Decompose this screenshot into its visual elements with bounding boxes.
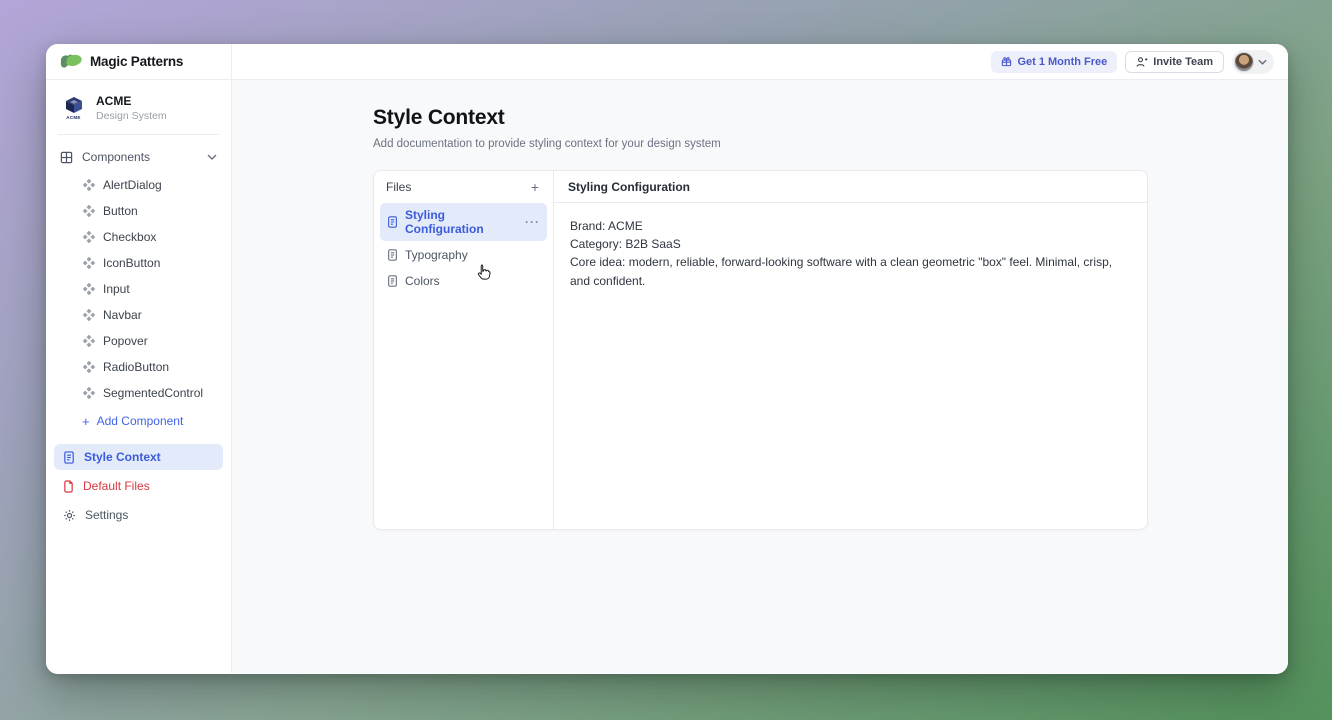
component-label: Input <box>103 282 130 296</box>
document-icon <box>387 249 398 261</box>
sidebar-item-segmentedcontrol[interactable]: SegmentedControl <box>46 380 231 406</box>
workspace-subtitle: Design System <box>96 110 167 122</box>
invite-team-label: Invite Team <box>1153 56 1213 68</box>
sidebar-item-default-files[interactable]: Default Files <box>54 473 223 499</box>
component-icon <box>83 231 95 243</box>
page-title: Style Context <box>373 106 1288 130</box>
plus-icon: + <box>82 415 90 428</box>
chevron-down-icon <box>207 154 217 160</box>
files-panel-header: Files + <box>374 171 553 202</box>
component-label: AlertDialog <box>103 178 162 192</box>
chevron-down-icon <box>1258 59 1267 65</box>
nav-label: Settings <box>85 508 128 522</box>
component-label: RadioButton <box>103 360 169 374</box>
component-icon <box>83 205 95 217</box>
component-label: Popover <box>103 334 148 348</box>
magic-patterns-logo-icon <box>59 53 83 71</box>
brand-logo[interactable]: Magic Patterns <box>46 44 232 79</box>
workspace-name: ACME <box>96 94 167 108</box>
component-icon <box>83 361 95 373</box>
component-icon <box>83 387 95 399</box>
sidebar-item-alertdialog[interactable]: AlertDialog <box>46 172 231 198</box>
sidebar-item-settings[interactable]: Settings <box>54 502 223 528</box>
component-label: Button <box>103 204 138 218</box>
sidebar: ACME ACME Design System Components <box>46 80 232 673</box>
add-component-button[interactable]: + Add Component <box>46 406 231 436</box>
file-item-styling-configuration[interactable]: Styling Configuration ··· <box>380 203 547 241</box>
document-icon <box>387 275 398 287</box>
page-subtitle: Add documentation to provide styling con… <box>373 138 1288 150</box>
sidebar-item-navbar[interactable]: Navbar <box>46 302 231 328</box>
document-icon <box>63 451 75 464</box>
sidebar-item-button[interactable]: Button <box>46 198 231 224</box>
file-item-label: Styling Configuration <box>405 208 518 236</box>
component-label: IconButton <box>103 256 160 270</box>
sidebar-item-popover[interactable]: Popover <box>46 328 231 354</box>
file-item-colors[interactable]: Colors <box>380 269 547 293</box>
content-line: Category: B2B SaaS <box>570 235 1131 253</box>
file-item-typography[interactable]: Typography <box>380 243 547 267</box>
sidebar-item-input[interactable]: Input <box>46 276 231 302</box>
gear-icon <box>63 509 76 522</box>
file-icon <box>63 480 74 493</box>
invite-team-button[interactable]: Invite Team <box>1125 51 1224 73</box>
component-icon <box>83 309 95 321</box>
file-content-body[interactable]: Brand: ACME Category: B2B SaaS Core idea… <box>554 203 1147 304</box>
nav-label: Style Context <box>84 450 161 464</box>
add-file-button[interactable]: + <box>529 180 541 194</box>
style-context-card: Files + Styling Configuration ··· <box>373 170 1148 530</box>
components-section-toggle[interactable]: Components <box>46 139 231 172</box>
acme-logo-label: ACME <box>66 115 80 120</box>
main-content: Style Context Add documentation to provi… <box>232 80 1288 673</box>
gift-icon <box>1001 56 1012 67</box>
sidebar-item-checkbox[interactable]: Checkbox <box>46 224 231 250</box>
document-icon <box>387 216 398 228</box>
nav-label: Default Files <box>83 479 150 493</box>
component-icon <box>83 283 95 295</box>
file-item-label: Colors <box>405 274 440 288</box>
components-header-label: Components <box>82 150 150 164</box>
top-bar-actions: Get 1 Month Free Invite Team <box>232 44 1288 79</box>
user-avatar <box>1234 52 1254 72</box>
files-panel: Files + Styling Configuration ··· <box>374 171 554 529</box>
account-menu[interactable] <box>1232 50 1274 74</box>
content-line: Brand: ACME <box>570 217 1131 235</box>
file-options-button[interactable]: ··· <box>525 215 540 229</box>
sidebar-nav: Style Context Default Files Set <box>46 444 231 528</box>
component-label: Checkbox <box>103 230 156 244</box>
sidebar-item-radiobutton[interactable]: RadioButton <box>46 354 231 380</box>
workspace-switcher[interactable]: ACME ACME Design System <box>46 86 231 132</box>
file-content-header: Styling Configuration <box>554 171 1147 203</box>
app-window: Magic Patterns Get 1 Month Free <box>46 44 1288 674</box>
component-label: Navbar <box>103 308 142 322</box>
files-header-label: Files <box>386 180 411 194</box>
get-month-free-label: Get 1 Month Free <box>1017 56 1107 68</box>
top-bar: Magic Patterns Get 1 Month Free <box>46 44 1288 80</box>
component-icon <box>83 335 95 347</box>
file-item-label: Typography <box>405 248 468 262</box>
component-label: SegmentedControl <box>103 386 203 400</box>
brand-logo-text: Magic Patterns <box>90 54 183 69</box>
add-component-label: Add Component <box>97 414 184 428</box>
component-icon <box>83 179 95 191</box>
user-plus-icon <box>1136 56 1148 68</box>
grid-icon <box>60 151 73 164</box>
get-month-free-button[interactable]: Get 1 Month Free <box>991 51 1117 73</box>
sidebar-item-style-context[interactable]: Style Context <box>54 444 223 470</box>
content-line: Core idea: modern, reliable, forward-loo… <box>570 253 1131 289</box>
file-content-panel: Styling Configuration Brand: ACME Catego… <box>554 171 1147 529</box>
divider <box>58 134 219 135</box>
component-icon <box>83 257 95 269</box>
sidebar-item-iconbutton[interactable]: IconButton <box>46 250 231 276</box>
acme-logo-icon: ACME <box>60 96 87 120</box>
